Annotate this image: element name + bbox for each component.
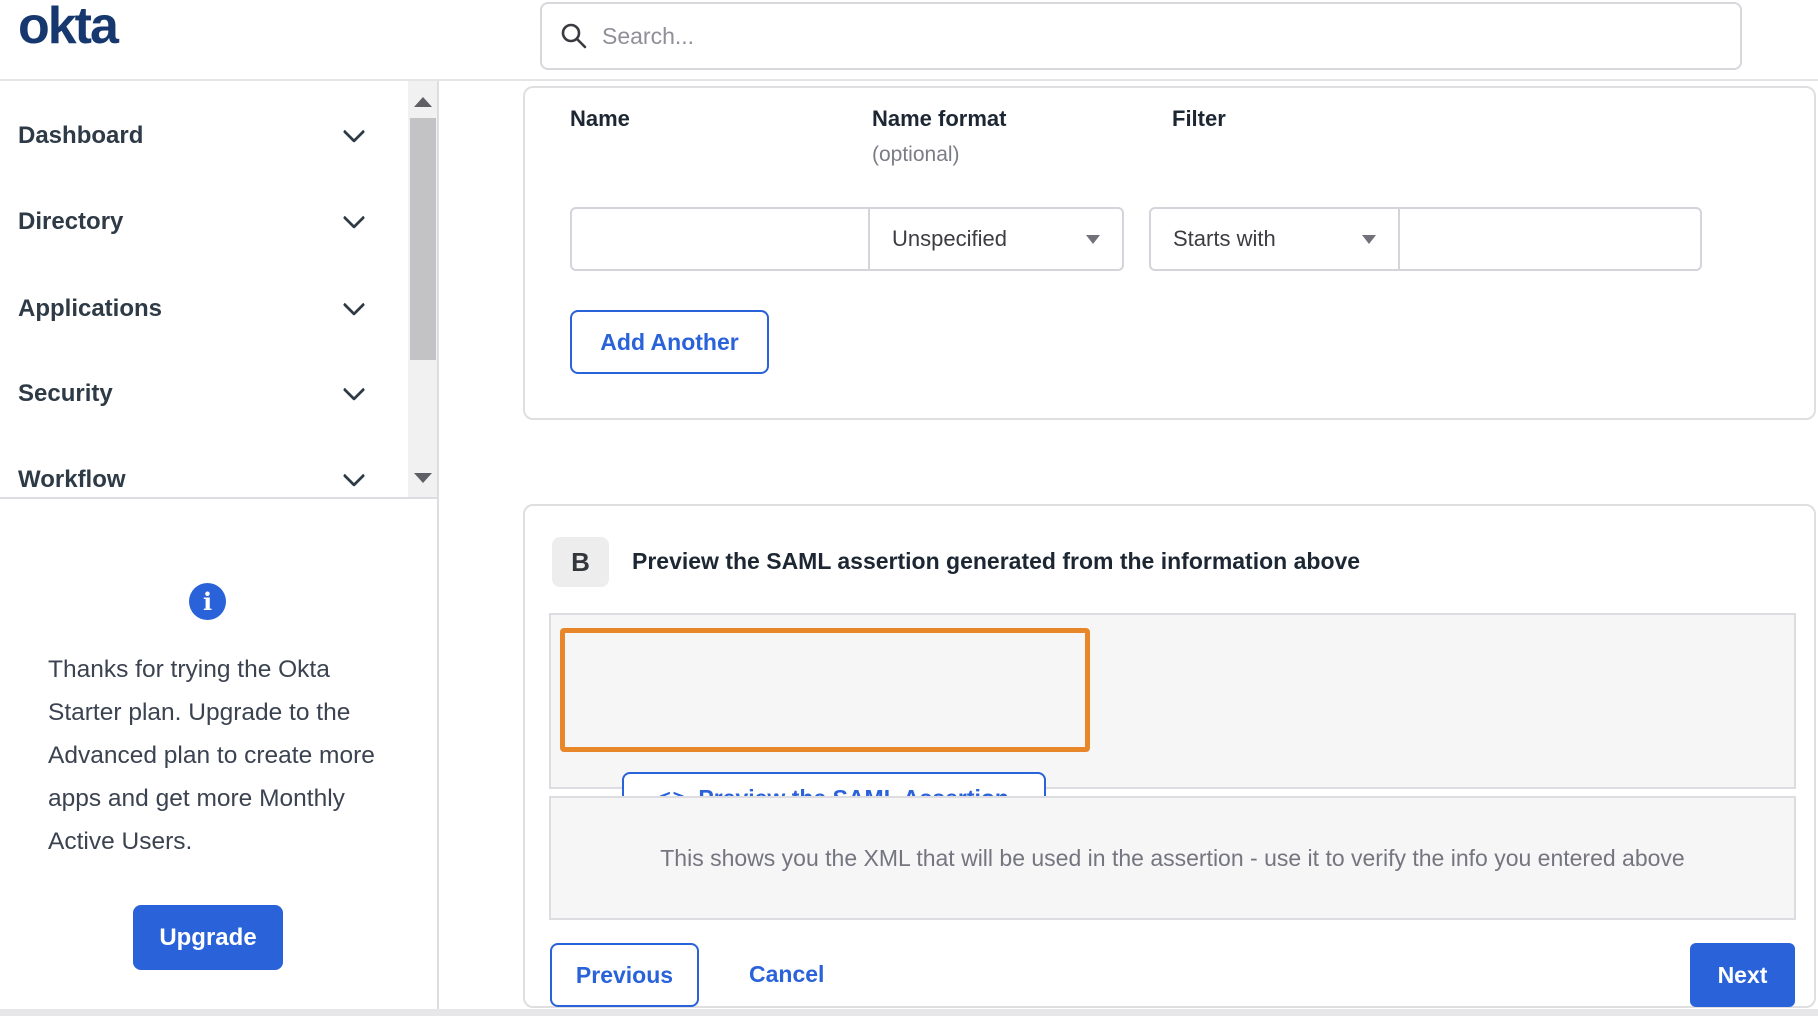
assertion-note-panel: This shows you the XML that will be used… — [549, 796, 1796, 920]
name-format-select[interactable]: Unspecified — [868, 207, 1124, 271]
filter-type-select[interactable]: Starts with — [1149, 207, 1400, 271]
name-label: Name — [570, 106, 630, 131]
attribute-name-field — [570, 207, 870, 271]
next-button[interactable]: Next — [1690, 943, 1795, 1007]
name-format-label: Name format — [872, 106, 1007, 131]
sidebar-item-label: Security — [18, 380, 113, 407]
attribute-statements-card: Name Name format (optional) Filter Unspe… — [523, 86, 1816, 420]
chevron-down-icon — [342, 206, 366, 230]
preview-assertion-card: B Preview the SAML assertion generated f… — [523, 504, 1816, 1008]
caret-down-icon — [1362, 234, 1376, 244]
previous-button[interactable]: Previous — [550, 943, 699, 1007]
filter-value-field — [1398, 207, 1702, 271]
preview-button-panel: <> Preview the SAML Assertion — [549, 613, 1796, 824]
chevron-down-icon — [342, 293, 366, 317]
chevron-down-icon — [342, 120, 366, 144]
okta-logo: okta — [18, 0, 119, 55]
search-box — [540, 2, 1742, 70]
trial-message: Thanks for trying the Okta Starter plan.… — [48, 656, 375, 855]
sidebar-item-directory[interactable]: Directory — [0, 194, 392, 250]
scrollbar-thumb[interactable] — [410, 118, 436, 360]
sidebar-item-label: Dashboard — [18, 122, 144, 149]
sidebar-item-workflow[interactable]: Workflow — [0, 452, 392, 508]
cancel-button[interactable]: Cancel — [749, 961, 824, 988]
content-divider — [437, 81, 439, 1009]
add-another-button[interactable]: Add Another — [570, 310, 769, 374]
sidebar-item-dashboard[interactable]: Dashboard — [0, 108, 392, 164]
sidebar-item-label: Workflow — [18, 466, 126, 493]
annotation-highlight-box — [560, 628, 1090, 752]
sidebar-item-label: Directory — [18, 208, 124, 235]
sidebar-item-security[interactable]: Security — [0, 366, 392, 422]
step-badge: B — [552, 537, 609, 587]
section-title: Preview the SAML assertion generated fro… — [632, 548, 1361, 574]
name-format-optional-label: (optional) — [872, 143, 960, 166]
search-input[interactable] — [602, 22, 1682, 50]
attribute-name-input[interactable] — [572, 209, 868, 269]
scroll-down-icon[interactable] — [414, 473, 432, 483]
sidebar-item-applications[interactable]: Applications — [0, 281, 392, 337]
sidebar-item-label: Applications — [18, 295, 163, 322]
chevron-down-icon — [342, 378, 366, 402]
filter-value-input[interactable] — [1400, 209, 1700, 269]
filter-type-value: Starts with — [1173, 226, 1276, 251]
name-format-value: Unspecified — [892, 226, 1007, 251]
search-icon — [561, 23, 587, 49]
scroll-up-icon[interactable] — [414, 97, 432, 107]
upgrade-button[interactable]: Upgrade — [133, 905, 283, 970]
assertion-note: This shows you the XML that will be used… — [660, 844, 1685, 871]
okta-admin-page: okta Dashboard Directory Applications Se… — [0, 0, 1818, 1016]
page-bottom-edge — [0, 1009, 1818, 1016]
sidebar-divider — [0, 497, 438, 499]
info-icon: i — [189, 583, 226, 620]
chevron-down-icon — [342, 464, 366, 488]
filter-label: Filter — [1172, 106, 1226, 131]
caret-down-icon — [1086, 234, 1100, 244]
